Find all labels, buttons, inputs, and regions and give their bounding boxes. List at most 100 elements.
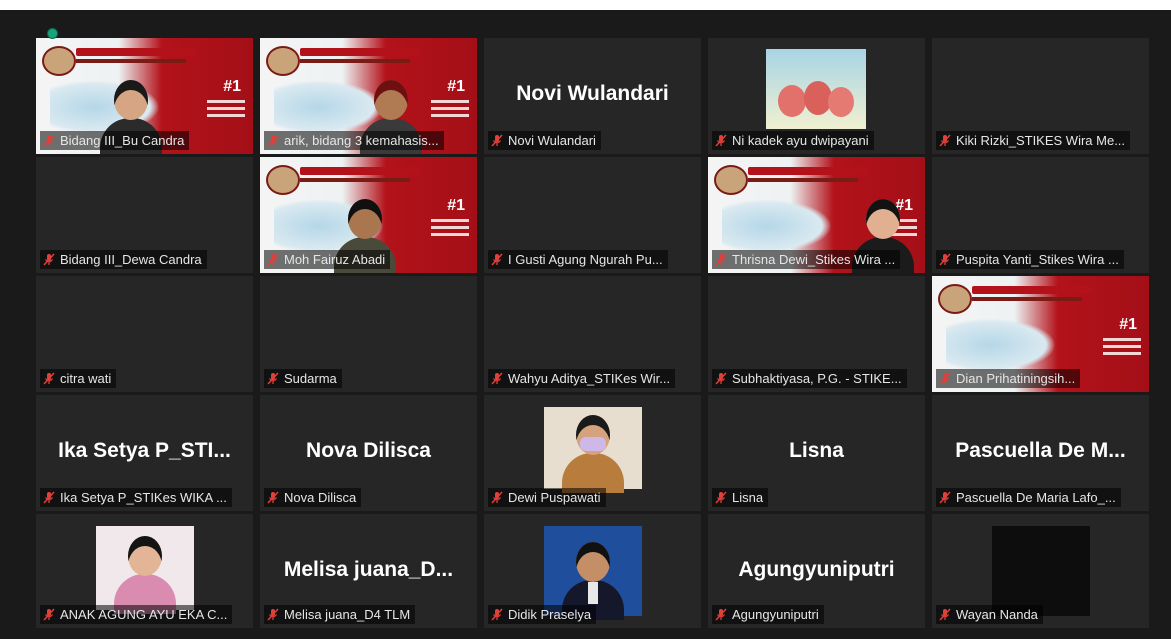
participant-tile[interactable]: Ni kadek ayu dwipayani [708,38,925,154]
mic-muted-icon [939,252,952,269]
participant-name: Kiki Rizki_STIKES Wira Me... [956,133,1126,148]
participant-tile[interactable]: Puspita Yanti_Stikes Wira ... [932,157,1149,273]
participant-tile[interactable]: #1 arik, bidang 3 kemahasis... [260,38,477,154]
participant-display-name: Lisna [789,439,844,462]
mic-muted-icon [267,607,280,624]
participant-name: Agungyuniputri [732,607,819,622]
mic-muted-icon [939,607,952,624]
participant-name-label: Puspita Yanti_Stikes Wira ... [936,250,1124,269]
logo-icon [938,284,972,314]
participant-tile[interactable]: Pascuella De M... Pascuella De Maria Lafo… [932,395,1149,511]
participant-name: Puspita Yanti_Stikes Wira ... [956,252,1119,267]
participant-name-label: Ni kadek ayu dwipayani [712,131,874,150]
mic-muted-icon [939,133,952,150]
logo-icon [42,46,76,76]
participant-tile[interactable]: Wahyu Aditya_STIKes Wir... [484,276,701,392]
participant-name-label: Subhaktiyasa, P.G. - STIKE... [712,369,907,388]
participant-video-person [558,409,628,493]
participant-name-label: Dian Prihatiningsih... [936,369,1081,388]
participant-name-label: Moh Fairuz Abadi [264,250,391,269]
participant-display-name: Ika Setya P_STI... [58,439,231,462]
participant-name: citra wati [60,371,112,386]
participant-display-name: Novi Wulandari [516,82,669,105]
banner-number: #1 [223,78,241,95]
banner-number: #1 [447,197,465,214]
banner-number: #1 [1119,316,1137,333]
participant-name-label: Didik Praselya [488,605,597,624]
participant-name: Dewi Puspawati [508,490,601,505]
mic-muted-icon [43,607,56,624]
logo-icon [266,165,300,195]
participant-name-label: Nova Dilisca [264,488,362,507]
participant-name: Bidang III_Bu Candra [60,133,185,148]
mic-muted-icon [267,252,280,269]
mic-muted-icon [939,371,952,388]
participant-display-name: Melisa juana_D... [283,558,454,581]
participant-tile[interactable]: Subhaktiyasa, P.G. - STIKE... [708,276,925,392]
profile-picture [992,526,1090,616]
participant-name-label: Agungyuniputri [712,605,824,624]
participant-name-label: Pascuella De Maria Lafo_... [936,488,1121,507]
participant-tile[interactable]: #1 Dian Prihatiningsih... [932,276,1149,392]
participant-name: Nova Dilisca [284,490,357,505]
mic-muted-icon [43,133,56,150]
logo-icon [266,46,300,76]
participant-tile[interactable]: Dewi Puspawati [484,395,701,511]
world-map-image [722,199,832,253]
participant-tile[interactable]: Agungyuniputri Agungyuniputri [708,514,925,628]
participant-name: Moh Fairuz Abadi [284,252,386,267]
participant-name: Melisa juana_D4 TLM [284,607,411,622]
participant-tile[interactable]: I Gusti Agung Ngurah Pu... [484,157,701,273]
participant-name-label: Bidang III_Dewa Candra [40,250,207,269]
participant-tile[interactable]: Kiki Rizki_STIKES Wira Me... [932,38,1149,154]
participant-tile[interactable]: Lisna Lisna [708,395,925,511]
profile-picture [544,526,642,620]
banner-number: #1 [447,78,465,95]
participant-name: Bidang III_Dewa Candra [60,252,202,267]
participant-name: Novi Wulandari [508,133,596,148]
participant-name-label: citra wati [40,369,117,388]
mic-muted-icon [43,371,56,388]
profile-picture [766,49,866,129]
mic-muted-icon [267,371,280,388]
mic-muted-icon [491,490,504,507]
participant-tile[interactable]: #1 Thrisna Dewi_Stikes Wira ... [708,157,925,273]
participant-tile[interactable]: Didik Praselya [484,514,701,628]
participant-display-name: Nova Dilisca [306,439,431,462]
participant-tile[interactable]: ANAK AGUNG AYU EKA C... [36,514,253,628]
participant-name-label: Wahyu Aditya_STIKes Wir... [488,369,676,388]
mic-muted-icon [491,133,504,150]
participant-tile[interactable]: Bidang III_Dewa Candra [36,157,253,273]
participant-display-name: Pascuella De M... [955,439,1126,462]
participant-tile[interactable]: Nova Dilisca Nova Dilisca [260,395,477,511]
logo-icon [714,165,748,195]
participant-name-label: Dewi Puspawati [488,488,606,507]
profile-picture [544,407,642,493]
mic-muted-icon [715,133,728,150]
participant-tile[interactable]: Wayan Nanda [932,514,1149,628]
participant-tile[interactable]: Sudarma [260,276,477,392]
mic-muted-icon [715,490,728,507]
participant-name-label: Wayan Nanda [936,605,1043,624]
participant-name-label: Lisna [712,488,769,507]
participant-name: ANAK AGUNG AYU EKA C... [60,607,228,622]
status-dot [47,28,58,39]
mic-muted-icon [43,252,56,269]
participant-name-label: Sudarma [264,369,342,388]
mic-muted-icon [491,607,504,624]
participant-video-person [558,536,628,620]
participant-tile[interactable]: Melisa juana_D... Melisa juana_D4 TLM [260,514,477,628]
mic-muted-icon [43,490,56,507]
participant-tile[interactable]: Ika Setya P_STI... Ika Setya P_STIKes WIK… [36,395,253,511]
mic-muted-icon [491,252,504,269]
participant-tile[interactable]: #1 Bidang III_Bu Candra [36,38,253,154]
participant-tile[interactable]: citra wati [36,276,253,392]
participant-name-label: Thrisna Dewi_Stikes Wira ... [712,250,901,269]
participant-name: Dian Prihatiningsih... [956,371,1076,386]
gallery-grid: #1 Bidang III_Bu Candra #1 arik, bidang 3 k… [36,38,1149,628]
participant-tile[interactable]: Novi Wulandari Novi Wulandari [484,38,701,154]
participant-name: Subhaktiyasa, P.G. - STIKE... [732,371,902,386]
participant-tile[interactable]: #1 Moh Fairuz Abadi [260,157,477,273]
participant-name-label: Novi Wulandari [488,131,601,150]
world-map-image [946,318,1056,372]
